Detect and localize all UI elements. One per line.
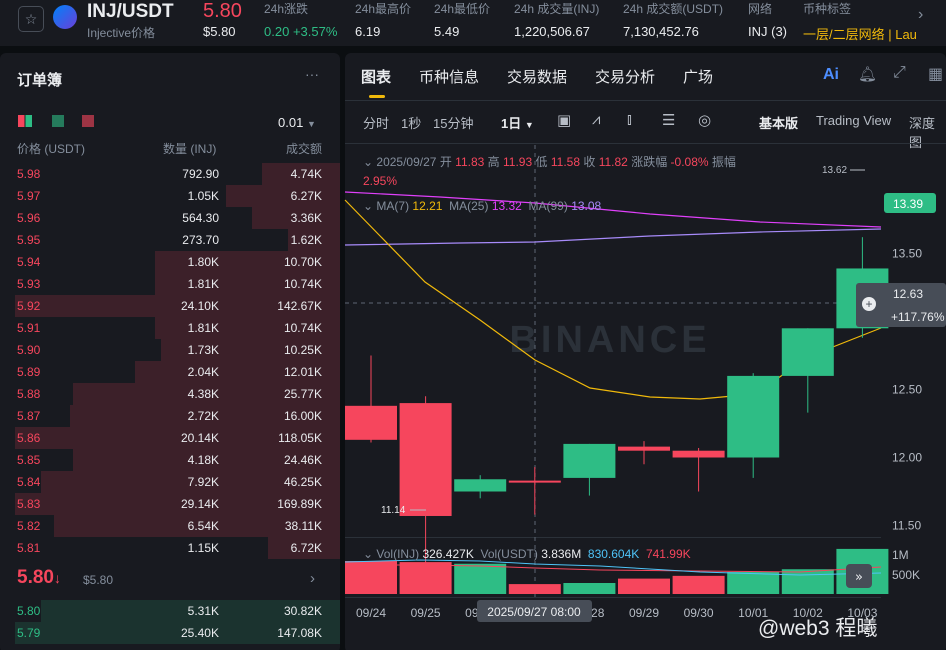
volume-bar bbox=[345, 561, 397, 594]
y-tick-label: 12.00 bbox=[892, 451, 922, 465]
candle-body bbox=[618, 446, 670, 451]
ma-legend: ⌄ MA(7) 12.21 MA(25) 13.32 MA(99) 13.08 bbox=[363, 199, 601, 213]
y-tick-label: 11.50 bbox=[892, 519, 921, 533]
plus-icon: + bbox=[865, 297, 872, 311]
volume-bar bbox=[618, 578, 670, 594]
x-tick-label: 09/25 bbox=[411, 606, 441, 620]
candle-body bbox=[563, 443, 616, 478]
volume-bar bbox=[454, 563, 507, 594]
x-tick-label: 09/30 bbox=[684, 606, 714, 620]
ma25-value: 13.32 bbox=[491, 199, 522, 213]
xaxis-divider bbox=[345, 597, 881, 598]
vol-ma1-value: 830.604K bbox=[587, 547, 640, 561]
volume-bar bbox=[727, 572, 780, 594]
amplitude-value: 2.95% bbox=[363, 174, 398, 188]
change-label: 涨跌幅 bbox=[631, 155, 668, 169]
chart-divider bbox=[345, 143, 946, 144]
candle-body bbox=[508, 480, 561, 483]
y-tick-label: 12.50 bbox=[892, 383, 922, 397]
vol-usdt-label: Vol(USDT) bbox=[480, 547, 538, 561]
crosshair-date-label: 2025/09/27 08:00 bbox=[487, 605, 581, 619]
open-value: 11.83 bbox=[455, 155, 485, 169]
low-marker-label: 11.14 bbox=[381, 505, 406, 516]
watermark: @web3 程曦 bbox=[758, 617, 878, 640]
close-value: 11.82 bbox=[598, 155, 628, 169]
collapse-icon[interactable]: ⌄ bbox=[363, 199, 373, 213]
close-label: 收 bbox=[583, 155, 596, 169]
crosshair-price-label: 12.63 bbox=[893, 287, 923, 301]
ma99-label: MA(99) bbox=[528, 199, 568, 213]
amplitude-label: 振幅 bbox=[711, 155, 736, 169]
candle-body bbox=[345, 405, 397, 440]
volume-bar bbox=[399, 562, 452, 594]
collapse-icon[interactable]: ⌄ bbox=[363, 547, 373, 561]
low-value: 11.58 bbox=[550, 155, 580, 169]
candle-body bbox=[454, 479, 507, 492]
vol-tick-label: 500K bbox=[892, 568, 920, 582]
high-label: 高 bbox=[487, 155, 500, 169]
ma7-value: 12.21 bbox=[412, 199, 443, 213]
high-value: 11.93 bbox=[503, 155, 533, 169]
open-label: 开 bbox=[439, 155, 452, 169]
volume-bar bbox=[508, 584, 561, 594]
volume-bar bbox=[672, 575, 725, 594]
ma99-value: 13.08 bbox=[571, 199, 602, 213]
y-tick-label: 13.50 bbox=[892, 247, 922, 261]
vol-ma2-value: 741.99K bbox=[645, 547, 691, 561]
ma99-line bbox=[344, 228, 882, 246]
vol-inj-label: Vol(INJ) bbox=[376, 547, 420, 561]
ohlc-legend: ⌄ 2025/09/27 开 11.83 高 11.93 低 11.58 收 1… bbox=[363, 153, 863, 191]
vol-inj-value: 326.427K bbox=[422, 547, 474, 561]
candle-body bbox=[781, 328, 834, 376]
crosshair-percent-label: +117.76% bbox=[891, 310, 945, 324]
vol-usdt-value: 3.836M bbox=[541, 547, 582, 561]
ma25-label: MA(25) bbox=[449, 199, 489, 213]
binance-watermark: BINANCE bbox=[509, 319, 710, 361]
ohlc-date: 2025/09/27 bbox=[376, 155, 437, 169]
x-tick-label: 09/29 bbox=[629, 606, 659, 620]
volume-bar bbox=[563, 583, 616, 594]
low-label: 低 bbox=[535, 155, 548, 169]
change-value: -0.08% bbox=[670, 155, 709, 169]
double-chevron-icon: » bbox=[855, 570, 863, 585]
collapse-icon[interactable]: ⌄ bbox=[363, 155, 373, 169]
candle-body bbox=[727, 375, 780, 458]
x-tick-label: 09/24 bbox=[356, 606, 386, 620]
last-price-label: 13.39 bbox=[893, 197, 923, 211]
vol-legend: ⌄ Vol(INJ) 326.427K Vol(USDT) 3.836M 830… bbox=[363, 547, 691, 561]
candle-body bbox=[672, 450, 725, 458]
candle-body bbox=[399, 403, 452, 516]
volume-bar bbox=[781, 569, 834, 594]
vol-tick-label: 1M bbox=[892, 548, 909, 562]
ma7-label: MA(7) bbox=[376, 199, 410, 213]
